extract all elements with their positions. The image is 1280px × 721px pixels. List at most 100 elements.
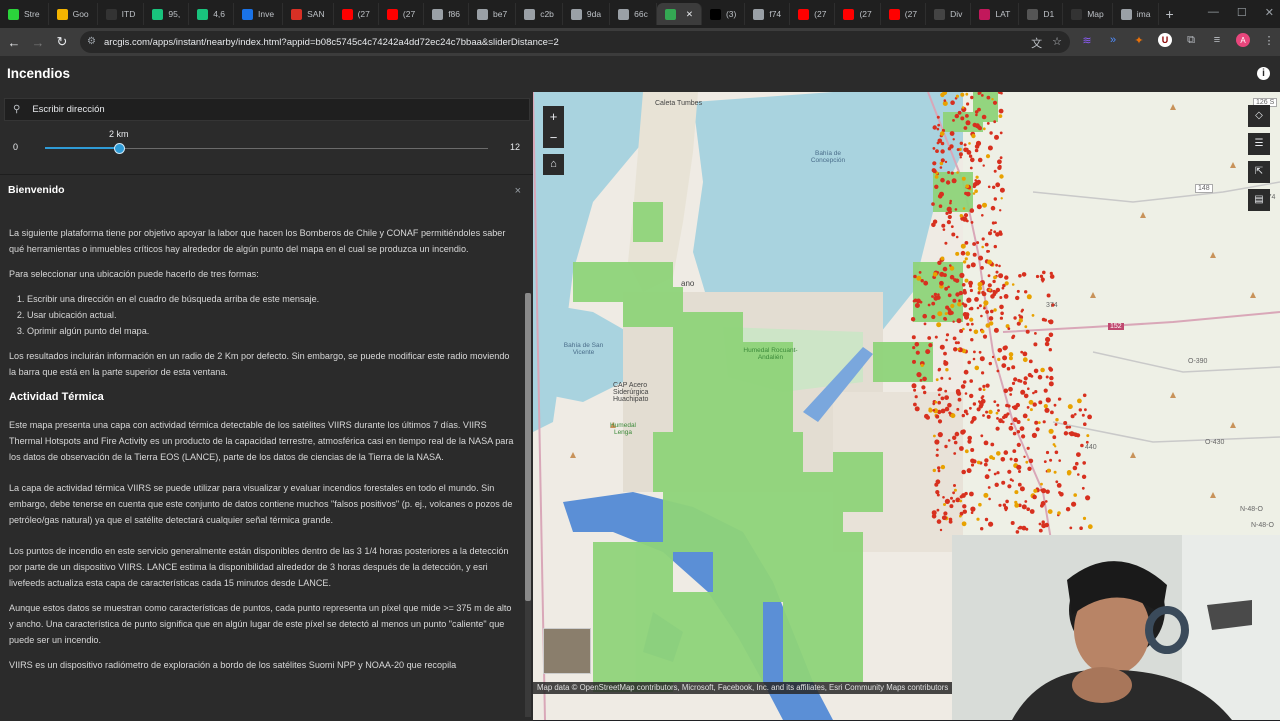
- fire-hotspot[interactable]: [980, 396, 984, 400]
- fire-hotspot[interactable]: [947, 214, 952, 220]
- fire-hotspot[interactable]: [944, 516, 947, 520]
- fire-hotspot[interactable]: [1035, 274, 1040, 279]
- fire-hotspot[interactable]: [1046, 468, 1051, 473]
- fire-hotspot[interactable]: [1026, 446, 1030, 450]
- fire-hotspot[interactable]: [1011, 365, 1016, 370]
- fire-hotspot[interactable]: [936, 519, 942, 524]
- layer-list-icon[interactable]: ☰: [1248, 133, 1270, 155]
- fire-hotspot[interactable]: [956, 148, 960, 152]
- fire-hotspot[interactable]: [991, 221, 995, 225]
- fire-hotspot[interactable]: [959, 272, 965, 278]
- fire-hotspot[interactable]: [993, 230, 997, 234]
- fire-hotspot[interactable]: [1046, 293, 1051, 298]
- fire-hotspot[interactable]: [940, 158, 945, 163]
- fire-hotspot[interactable]: [913, 402, 917, 407]
- fire-hotspot[interactable]: [982, 414, 985, 417]
- maximize-icon[interactable]: ☐: [1237, 6, 1247, 19]
- basemap-toggle-icon[interactable]: ▤: [1248, 189, 1270, 211]
- fire-hotspot[interactable]: [1018, 525, 1023, 530]
- fire-hotspot[interactable]: [1038, 522, 1042, 526]
- fire-hotspot[interactable]: [920, 363, 924, 367]
- fire-hotspot[interactable]: [1015, 295, 1020, 301]
- fire-hotspot[interactable]: [965, 412, 969, 416]
- fire-hotspot[interactable]: [996, 369, 1000, 373]
- fire-hotspot[interactable]: [1005, 499, 1009, 504]
- fire-hotspot[interactable]: [1012, 449, 1017, 453]
- fire-hotspot[interactable]: [999, 304, 1004, 310]
- fire-hotspot[interactable]: [976, 517, 980, 521]
- fire-hotspot[interactable]: [943, 351, 947, 356]
- fire-hotspot[interactable]: [960, 384, 966, 389]
- fire-hotspot[interactable]: [943, 99, 947, 102]
- fire-hotspot[interactable]: [1049, 458, 1053, 462]
- fire-hotspot[interactable]: [1027, 466, 1032, 471]
- fire-hotspot[interactable]: [1018, 274, 1022, 278]
- fire-hotspot[interactable]: [934, 335, 938, 339]
- fire-hotspot[interactable]: [950, 413, 956, 419]
- fire-hotspot[interactable]: [919, 378, 923, 382]
- fire-hotspot[interactable]: [993, 197, 997, 201]
- fire-hotspot[interactable]: [1029, 408, 1033, 412]
- fire-hotspot[interactable]: [983, 440, 989, 446]
- fire-hotspot[interactable]: [996, 471, 1000, 475]
- fire-hotspot[interactable]: [1078, 408, 1082, 412]
- fire-hotspot[interactable]: [987, 486, 991, 489]
- search-input[interactable]: [30, 103, 515, 116]
- fire-hotspot[interactable]: [989, 131, 993, 135]
- browser-tab[interactable]: Stre: [0, 3, 49, 25]
- fire-hotspot[interactable]: [937, 400, 941, 405]
- fire-hotspot[interactable]: [978, 304, 982, 308]
- fire-hotspot[interactable]: [972, 192, 976, 195]
- fire-hotspot[interactable]: [1055, 418, 1059, 422]
- address-bar[interactable]: ⚙ arcgis.com/apps/instant/nearby/index.h…: [80, 31, 1070, 53]
- fire-hotspot[interactable]: [1003, 450, 1009, 455]
- fire-hotspot[interactable]: [975, 123, 978, 126]
- fire-hotspot[interactable]: [943, 511, 948, 516]
- fire-hotspot[interactable]: [979, 356, 985, 362]
- fire-hotspot[interactable]: [949, 131, 955, 136]
- fire-hotspot[interactable]: [964, 449, 969, 454]
- fire-hotspot[interactable]: [1004, 275, 1009, 280]
- fire-hotspot[interactable]: [921, 385, 926, 390]
- browser-tab[interactable]: f74: [745, 3, 791, 25]
- browser-tab[interactable]: ima: [1113, 3, 1160, 25]
- fire-hotspot[interactable]: [945, 180, 951, 185]
- fire-hotspot[interactable]: [972, 252, 977, 257]
- fire-hotspot[interactable]: [971, 133, 976, 139]
- extension-icon[interactable]: ≋: [1080, 33, 1094, 47]
- fire-hotspot[interactable]: [931, 222, 936, 228]
- fire-hotspot[interactable]: [988, 316, 994, 321]
- fire-hotspot[interactable]: [950, 100, 955, 105]
- fire-hotspot[interactable]: [922, 313, 927, 319]
- scrollbar-thumb[interactable]: [525, 293, 531, 601]
- fire-hotspot[interactable]: [988, 288, 992, 292]
- fire-hotspot[interactable]: [1028, 399, 1034, 405]
- fire-hotspot[interactable]: [990, 229, 993, 232]
- fire-hotspot[interactable]: [1008, 352, 1014, 357]
- fire-hotspot[interactable]: [954, 113, 959, 119]
- fire-hotspot[interactable]: [1079, 526, 1083, 530]
- fire-hotspot[interactable]: [1016, 430, 1021, 434]
- fire-hotspot[interactable]: [998, 108, 1004, 114]
- fire-hotspot[interactable]: [998, 273, 1004, 279]
- fire-hotspot[interactable]: [965, 184, 970, 189]
- fire-hotspot[interactable]: [974, 189, 978, 193]
- browser-tab[interactable]: D1: [1019, 3, 1064, 25]
- fire-hotspot[interactable]: [1073, 432, 1079, 437]
- fire-hotspot[interactable]: [1065, 507, 1071, 512]
- fire-hotspot[interactable]: [940, 177, 945, 183]
- fire-hotspot[interactable]: [976, 204, 982, 210]
- fire-hotspot[interactable]: [911, 383, 917, 389]
- fire-hotspot[interactable]: [949, 274, 955, 280]
- fire-hotspot[interactable]: [986, 414, 991, 419]
- fire-hotspot[interactable]: [1080, 443, 1084, 448]
- tab-close-icon[interactable]: ✕: [686, 9, 693, 20]
- fire-hotspot[interactable]: [914, 342, 920, 347]
- fire-hotspot[interactable]: [966, 299, 971, 303]
- fire-hotspot[interactable]: [984, 242, 989, 247]
- fire-hotspot[interactable]: [1017, 378, 1021, 383]
- browser-tab[interactable]: ITD: [98, 3, 145, 25]
- fire-hotspot[interactable]: [988, 361, 992, 366]
- fire-hotspot[interactable]: [1016, 464, 1022, 470]
- fire-hotspot[interactable]: [988, 231, 992, 236]
